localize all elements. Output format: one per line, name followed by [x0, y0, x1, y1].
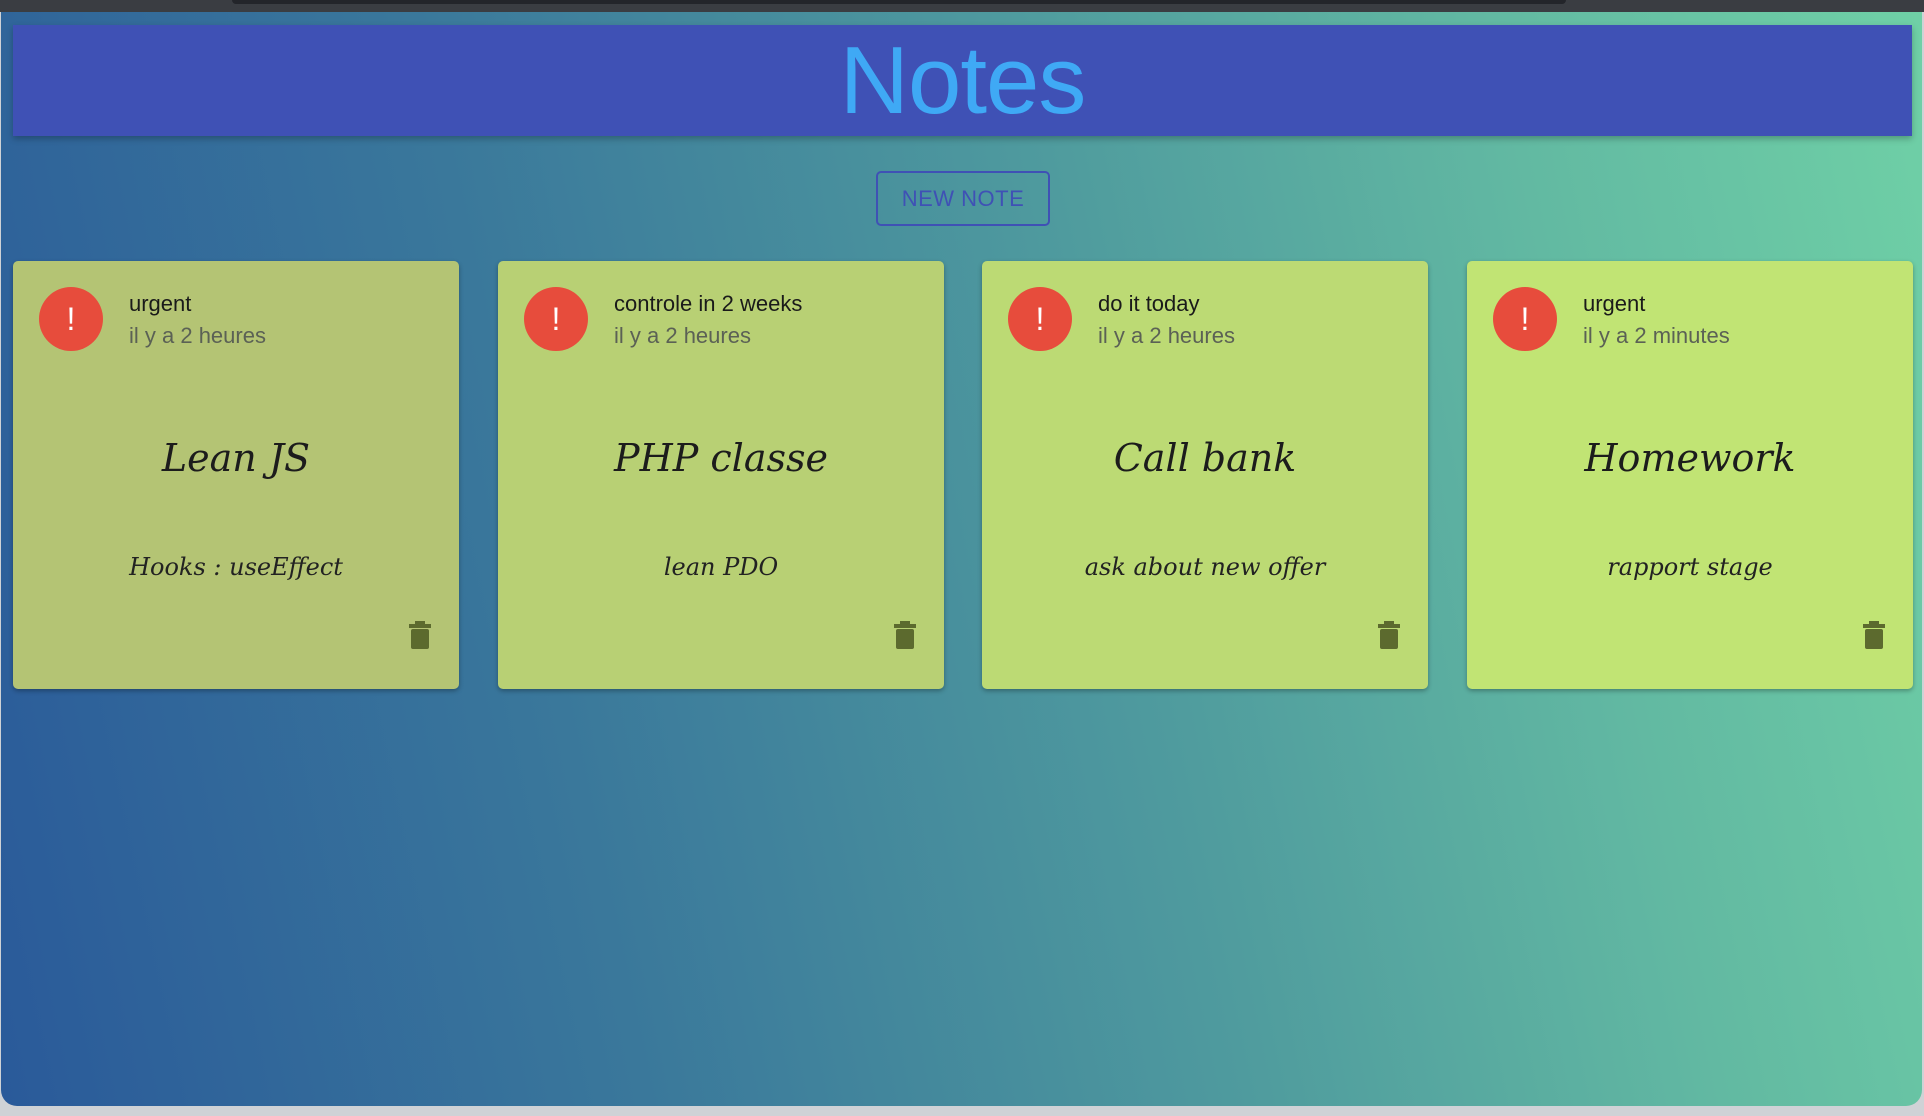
note-card: ! controle in 2 weeks il y a 2 heures PH…: [498, 261, 944, 689]
browser-address-bar[interactable]: [232, 0, 1566, 4]
alert-icon: !: [524, 287, 588, 351]
note-card: ! do it today il y a 2 heures Call bank …: [982, 261, 1428, 689]
note-tag: urgent: [1583, 291, 1646, 316]
note-title: Call bank: [1113, 436, 1297, 480]
note-timestamp: il y a 2 heures: [1098, 323, 1235, 348]
note-tag: urgent: [129, 291, 192, 316]
delete-trash-icon[interactable]: [1863, 621, 1885, 649]
note-body: ask about new offer: [1084, 553, 1326, 581]
app-viewport: Notes NEW NOTE ! urgent il y a 2 heures …: [1, 12, 1922, 1106]
alert-icon: !: [1493, 287, 1557, 351]
delete-trash-icon[interactable]: [1378, 621, 1400, 649]
note-body: lean PDO: [663, 553, 779, 581]
note-tag: controle in 2 weeks: [614, 291, 803, 316]
note-body: Hooks : useEffect: [129, 553, 343, 581]
note-title: PHP classe: [614, 436, 828, 480]
page-title: Notes: [839, 26, 1087, 134]
note-card: ! urgent il y a 2 minutes Homework rappo…: [1467, 261, 1913, 689]
note-title: Lean JS: [161, 436, 311, 480]
notes-grid: ! urgent il y a 2 heures Lean JS Hooks :…: [13, 261, 1913, 689]
delete-trash-icon[interactable]: [409, 621, 431, 649]
browser-top-bar: [0, 0, 1924, 12]
alert-icon: !: [1008, 287, 1072, 351]
note-timestamp: il y a 2 minutes: [1583, 323, 1730, 348]
alert-icon: !: [39, 287, 103, 351]
app-header: Notes: [13, 25, 1912, 136]
note-body: rapport stage: [1607, 553, 1773, 581]
note-timestamp: il y a 2 heures: [614, 323, 751, 348]
new-note-button[interactable]: NEW NOTE: [876, 171, 1050, 226]
delete-trash-icon[interactable]: [894, 621, 916, 649]
note-tag: do it today: [1098, 291, 1200, 316]
note-title: Homework: [1584, 436, 1796, 480]
note-timestamp: il y a 2 heures: [129, 323, 266, 348]
note-card: ! urgent il y a 2 heures Lean JS Hooks :…: [13, 261, 459, 689]
